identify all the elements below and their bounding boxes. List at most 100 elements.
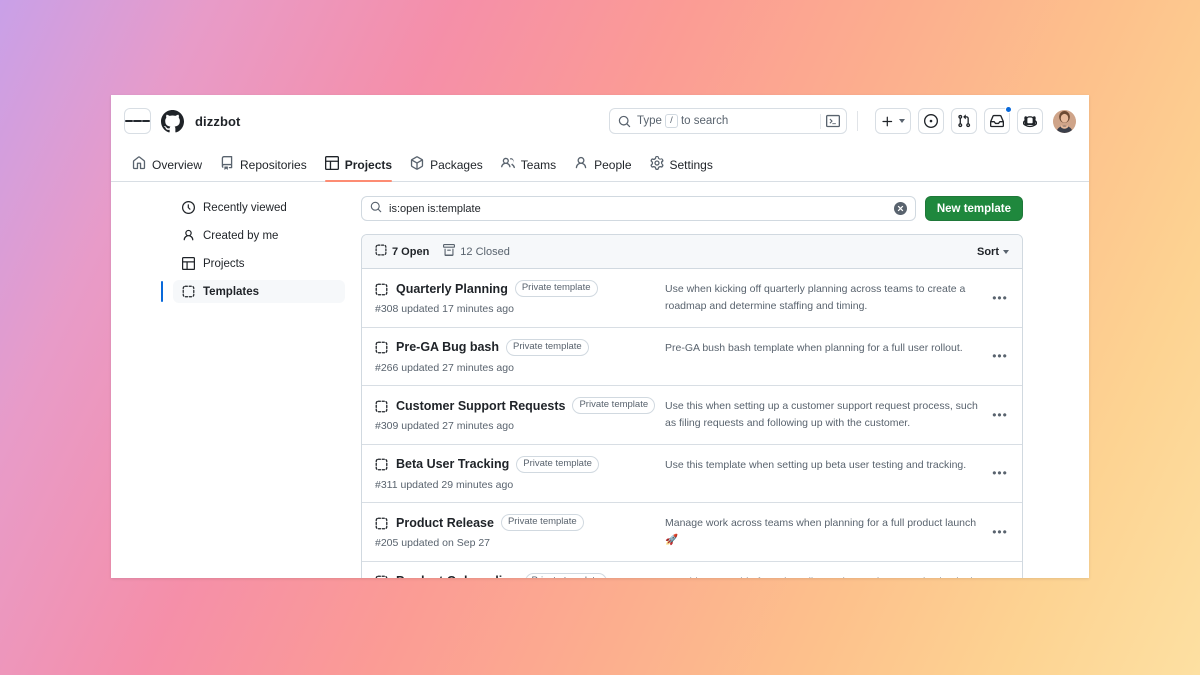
- people-icon: [501, 156, 515, 173]
- tab-people[interactable]: People: [566, 156, 639, 181]
- github-mark-icon[interactable]: [161, 110, 184, 133]
- app-window: dizzbot Type / to search: [111, 95, 1089, 578]
- search-input[interactable]: Type / to search: [609, 108, 847, 134]
- package-icon: [410, 156, 424, 173]
- sidebar-item-projects[interactable]: Projects: [173, 252, 345, 275]
- row-title-line: Quarterly Planning Private template: [375, 280, 665, 297]
- create-new-button[interactable]: [875, 108, 911, 134]
- home-icon: [132, 156, 146, 173]
- clock-icon: [181, 201, 195, 214]
- row-title[interactable]: Product Onboarding: [396, 574, 518, 578]
- pull-requests-button[interactable]: [951, 108, 977, 134]
- person-icon: [181, 229, 195, 242]
- row-meta: #311 updated 29 minutes ago: [375, 479, 665, 491]
- search-suffix: to search: [681, 115, 728, 127]
- table-row[interactable]: Beta User Tracking Private template #311…: [362, 445, 1022, 503]
- kebab-horizontal-icon[interactable]: •••: [989, 521, 1011, 543]
- archive-icon: [443, 244, 455, 259]
- templates-main: is:open is:template New template 7 Open: [361, 196, 1089, 578]
- table-row[interactable]: Product Onboarding Private template #22 …: [362, 562, 1022, 578]
- row-primary: Product Onboarding Private template #22 …: [375, 573, 665, 578]
- template-search-input[interactable]: is:open is:template: [361, 196, 916, 221]
- kebab-horizontal-icon[interactable]: •••: [989, 287, 1011, 309]
- status-badge: Private template: [501, 514, 584, 531]
- row-description: Use this template when setting up beta u…: [665, 456, 1009, 474]
- state-filters: 7 Open 12 Closed: [375, 244, 510, 259]
- page-body: Recently viewed Created by me Projects T…: [111, 182, 1089, 578]
- repo-icon: [220, 156, 234, 173]
- template-icon: [375, 517, 389, 530]
- tab-settings[interactable]: Settings: [642, 156, 721, 181]
- row-description: Use this as a guide for onboarding to th…: [665, 573, 1009, 578]
- tab-label: Overview: [152, 158, 202, 172]
- table-row[interactable]: Pre-GA Bug bash Private template #266 up…: [362, 328, 1022, 386]
- templates-table-header: 7 Open 12 Closed Sort: [362, 235, 1022, 269]
- row-title[interactable]: Quarterly Planning: [396, 282, 508, 296]
- row-title[interactable]: Beta User Tracking: [396, 457, 509, 471]
- closed-count-filter[interactable]: 12 Closed: [443, 244, 510, 259]
- organization-name[interactable]: dizzbot: [195, 114, 240, 129]
- filter-row: is:open is:template New template: [361, 196, 1023, 221]
- issues-button[interactable]: [918, 108, 944, 134]
- sidebar-item-label: Templates: [203, 286, 259, 298]
- kebab-horizontal-icon[interactable]: •••: [989, 404, 1011, 426]
- hamburger-icon[interactable]: [124, 108, 151, 134]
- gear-icon: [650, 156, 664, 173]
- open-count-label: 7 Open: [392, 246, 429, 258]
- sidebar-item-recently-viewed[interactable]: Recently viewed: [173, 196, 345, 219]
- global-header: dizzbot Type / to search: [111, 95, 1089, 147]
- open-count-filter[interactable]: 7 Open: [375, 244, 429, 259]
- sidebar-item-label: Created by me: [203, 230, 278, 242]
- tab-label: Repositories: [240, 158, 307, 172]
- search-icon: [370, 200, 382, 218]
- row-description: Pre-GA bush bash template when planning …: [665, 339, 1009, 357]
- sort-label: Sort: [977, 246, 999, 258]
- row-primary: Product Release Private template #205 up…: [375, 514, 665, 549]
- kebab-horizontal-icon[interactable]: •••: [989, 345, 1011, 367]
- unread-indicator-dot: [1005, 106, 1012, 113]
- template-icon: [181, 285, 195, 298]
- tab-label: Settings: [670, 158, 713, 172]
- row-title[interactable]: Product Release: [396, 516, 494, 530]
- new-template-button[interactable]: New template: [925, 196, 1023, 221]
- copilot-button[interactable]: [1017, 108, 1043, 134]
- tab-teams[interactable]: Teams: [493, 156, 564, 181]
- tab-packages[interactable]: Packages: [402, 156, 491, 181]
- chevron-down-icon: [1003, 250, 1009, 254]
- row-title[interactable]: Customer Support Requests: [396, 399, 565, 413]
- table-row[interactable]: Quarterly Planning Private template #308…: [362, 269, 1022, 328]
- status-badge: Private template: [516, 456, 599, 473]
- sidebar-item-created-by-me[interactable]: Created by me: [173, 224, 345, 247]
- tab-label: People: [594, 158, 631, 172]
- table-row[interactable]: Customer Support Requests Private templa…: [362, 386, 1022, 445]
- command-palette-icon[interactable]: [820, 114, 840, 129]
- search-icon: [618, 115, 631, 128]
- avatar[interactable]: [1053, 110, 1076, 133]
- row-primary: Quarterly Planning Private template #308…: [375, 280, 665, 315]
- notifications-inbox-button[interactable]: [984, 108, 1010, 134]
- row-primary: Customer Support Requests Private templa…: [375, 397, 665, 432]
- kebab-horizontal-icon[interactable]: •••: [989, 462, 1011, 484]
- sidebar-item-templates[interactable]: Templates: [173, 280, 345, 303]
- row-description: Use this when setting up a customer supp…: [665, 397, 1009, 433]
- table-row[interactable]: Product Release Private template #205 up…: [362, 503, 1022, 562]
- tab-repositories[interactable]: Repositories: [212, 156, 315, 181]
- clear-icon[interactable]: [894, 202, 907, 215]
- status-badge: Private template: [572, 397, 655, 414]
- sort-button[interactable]: Sort: [977, 246, 1009, 258]
- template-icon: [375, 244, 387, 259]
- template-icon: [375, 400, 389, 413]
- status-badge: Private template: [515, 280, 598, 297]
- template-icon: [375, 458, 389, 471]
- tab-overview[interactable]: Overview: [124, 156, 210, 181]
- tab-projects[interactable]: Projects: [317, 156, 400, 181]
- row-meta: #266 updated 27 minutes ago: [375, 362, 665, 374]
- header-divider: [857, 111, 858, 131]
- sidebar-item-label: Projects: [203, 258, 245, 270]
- tab-label: Projects: [345, 158, 392, 172]
- row-description: Use when kicking off quarterly planning …: [665, 280, 1009, 316]
- org-nav-tabs: Overview Repositories Projects Packages …: [111, 147, 1089, 182]
- row-title[interactable]: Pre-GA Bug bash: [396, 340, 499, 354]
- row-title-line: Beta User Tracking Private template: [375, 456, 665, 473]
- closed-count-label: 12 Closed: [460, 246, 510, 258]
